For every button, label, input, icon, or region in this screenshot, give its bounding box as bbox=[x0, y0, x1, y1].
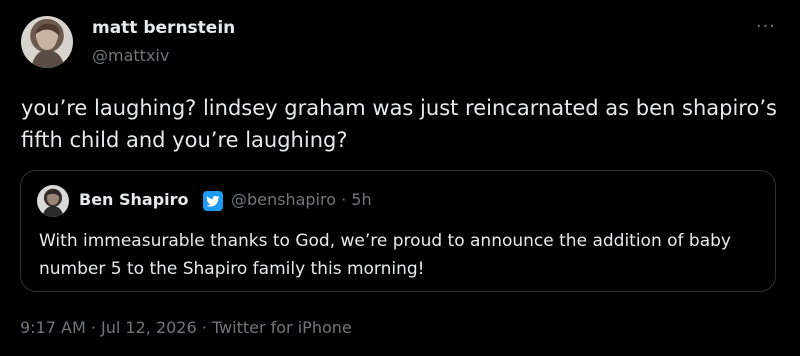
quoted-handle-time[interactable]: @benshapiro · 5h bbox=[231, 190, 372, 209]
author-name[interactable]: matt bernstein bbox=[92, 18, 235, 38]
verified-badge-icon bbox=[203, 191, 223, 211]
more-options-icon[interactable]: ··· bbox=[756, 16, 776, 37]
tweet-card: matt bernstein @mattxiv ··· you’re laugh… bbox=[0, 0, 800, 356]
twitter-bird-icon bbox=[206, 195, 220, 207]
author-handle[interactable]: @mattxiv bbox=[92, 46, 169, 65]
tweet-footer[interactable]: 9:17 AM · Jul 12, 2026 · Twitter for iPh… bbox=[20, 318, 352, 337]
quoted-tweet-text: With immeasurable thanks to God, we’re p… bbox=[39, 231, 731, 279]
quoted-avatar-image bbox=[42, 189, 64, 217]
quoted-tweet[interactable]: Ben Shapiro @benshapiro · 5h With immeas… bbox=[20, 170, 776, 292]
avatar-image bbox=[31, 23, 65, 68]
avatar[interactable] bbox=[21, 16, 73, 68]
quoted-avatar[interactable] bbox=[37, 185, 69, 217]
quoted-author-name[interactable]: Ben Shapiro bbox=[79, 190, 189, 209]
tweet-text: you’re laughing? lindsey graham was just… bbox=[21, 96, 777, 152]
